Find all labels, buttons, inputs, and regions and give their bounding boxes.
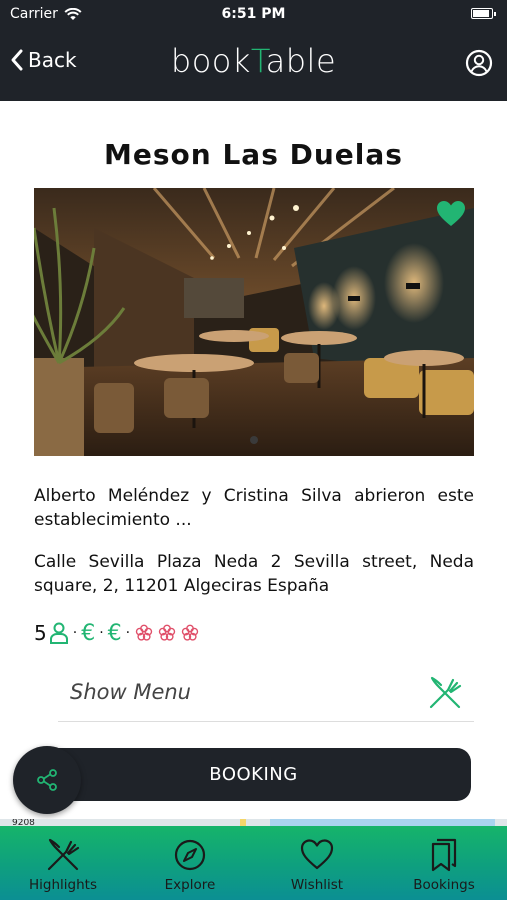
user-profile-icon[interactable] — [465, 49, 493, 77]
tab-explore[interactable]: Explore — [127, 826, 253, 900]
tab-label: Explore — [164, 877, 216, 893]
restaurant-photo[interactable] — [34, 188, 474, 456]
heart-icon — [300, 839, 334, 870]
show-menu-label: Show Menu — [70, 680, 191, 704]
fork-knife-icon — [429, 676, 462, 709]
logo-accent: T — [250, 42, 266, 80]
share-icon — [37, 769, 57, 791]
navigation-bar: Back bookTable — [0, 38, 507, 90]
logo-suffix: able — [265, 42, 337, 80]
carousel-page-indicator[interactable] — [250, 436, 258, 444]
bookmarks-icon — [431, 838, 457, 872]
price-symbol-2: € — [107, 620, 122, 646]
restaurant-description: Alberto Meléndez y Cristina Silva abrier… — [34, 486, 474, 530]
logo-prefix: book — [170, 42, 251, 80]
clock: 6:51 PM — [221, 6, 286, 22]
battery-icon — [471, 8, 496, 19]
tab-label: Highlights — [29, 877, 97, 893]
tab-label: Wishlist — [290, 877, 344, 893]
fork-knife-icon — [47, 838, 80, 871]
tab-highlights[interactable]: Highlights — [0, 826, 126, 900]
tab-wishlist[interactable]: Wishlist — [254, 826, 380, 900]
share-button[interactable] — [13, 746, 81, 814]
top-bar: Carrier 6:51 PM Back bookTable — [0, 0, 507, 101]
tab-bookings[interactable]: Bookings — [381, 826, 507, 900]
restaurant-name: Meson Las Duelas — [104, 138, 403, 171]
separator: · — [72, 625, 78, 641]
restaurant-meta: 5 · € · € · — [34, 618, 200, 648]
tab-bar: Highlights Explore Wishlist Bookings — [0, 826, 507, 900]
restaurant-address: Calle Sevilla Plaza Neda 2 Sevilla stree… — [34, 552, 474, 596]
favorite-heart-icon[interactable] — [436, 200, 466, 228]
capacity-count: 5 — [34, 621, 47, 645]
show-menu-row[interactable]: Show Menu — [58, 668, 474, 722]
booking-button[interactable]: BOOKING — [36, 748, 471, 801]
person-icon — [49, 622, 68, 644]
app-logo: bookTable — [0, 42, 507, 80]
michelin-flower-icon — [135, 624, 199, 641]
restaurant-interior-image — [34, 188, 474, 456]
price-symbol-1: € — [81, 620, 96, 646]
separator: · — [125, 625, 131, 641]
status-bar: Carrier 6:51 PM — [0, 0, 507, 28]
separator: · — [99, 625, 104, 641]
compass-icon — [174, 839, 206, 871]
tab-label: Bookings — [413, 877, 475, 893]
